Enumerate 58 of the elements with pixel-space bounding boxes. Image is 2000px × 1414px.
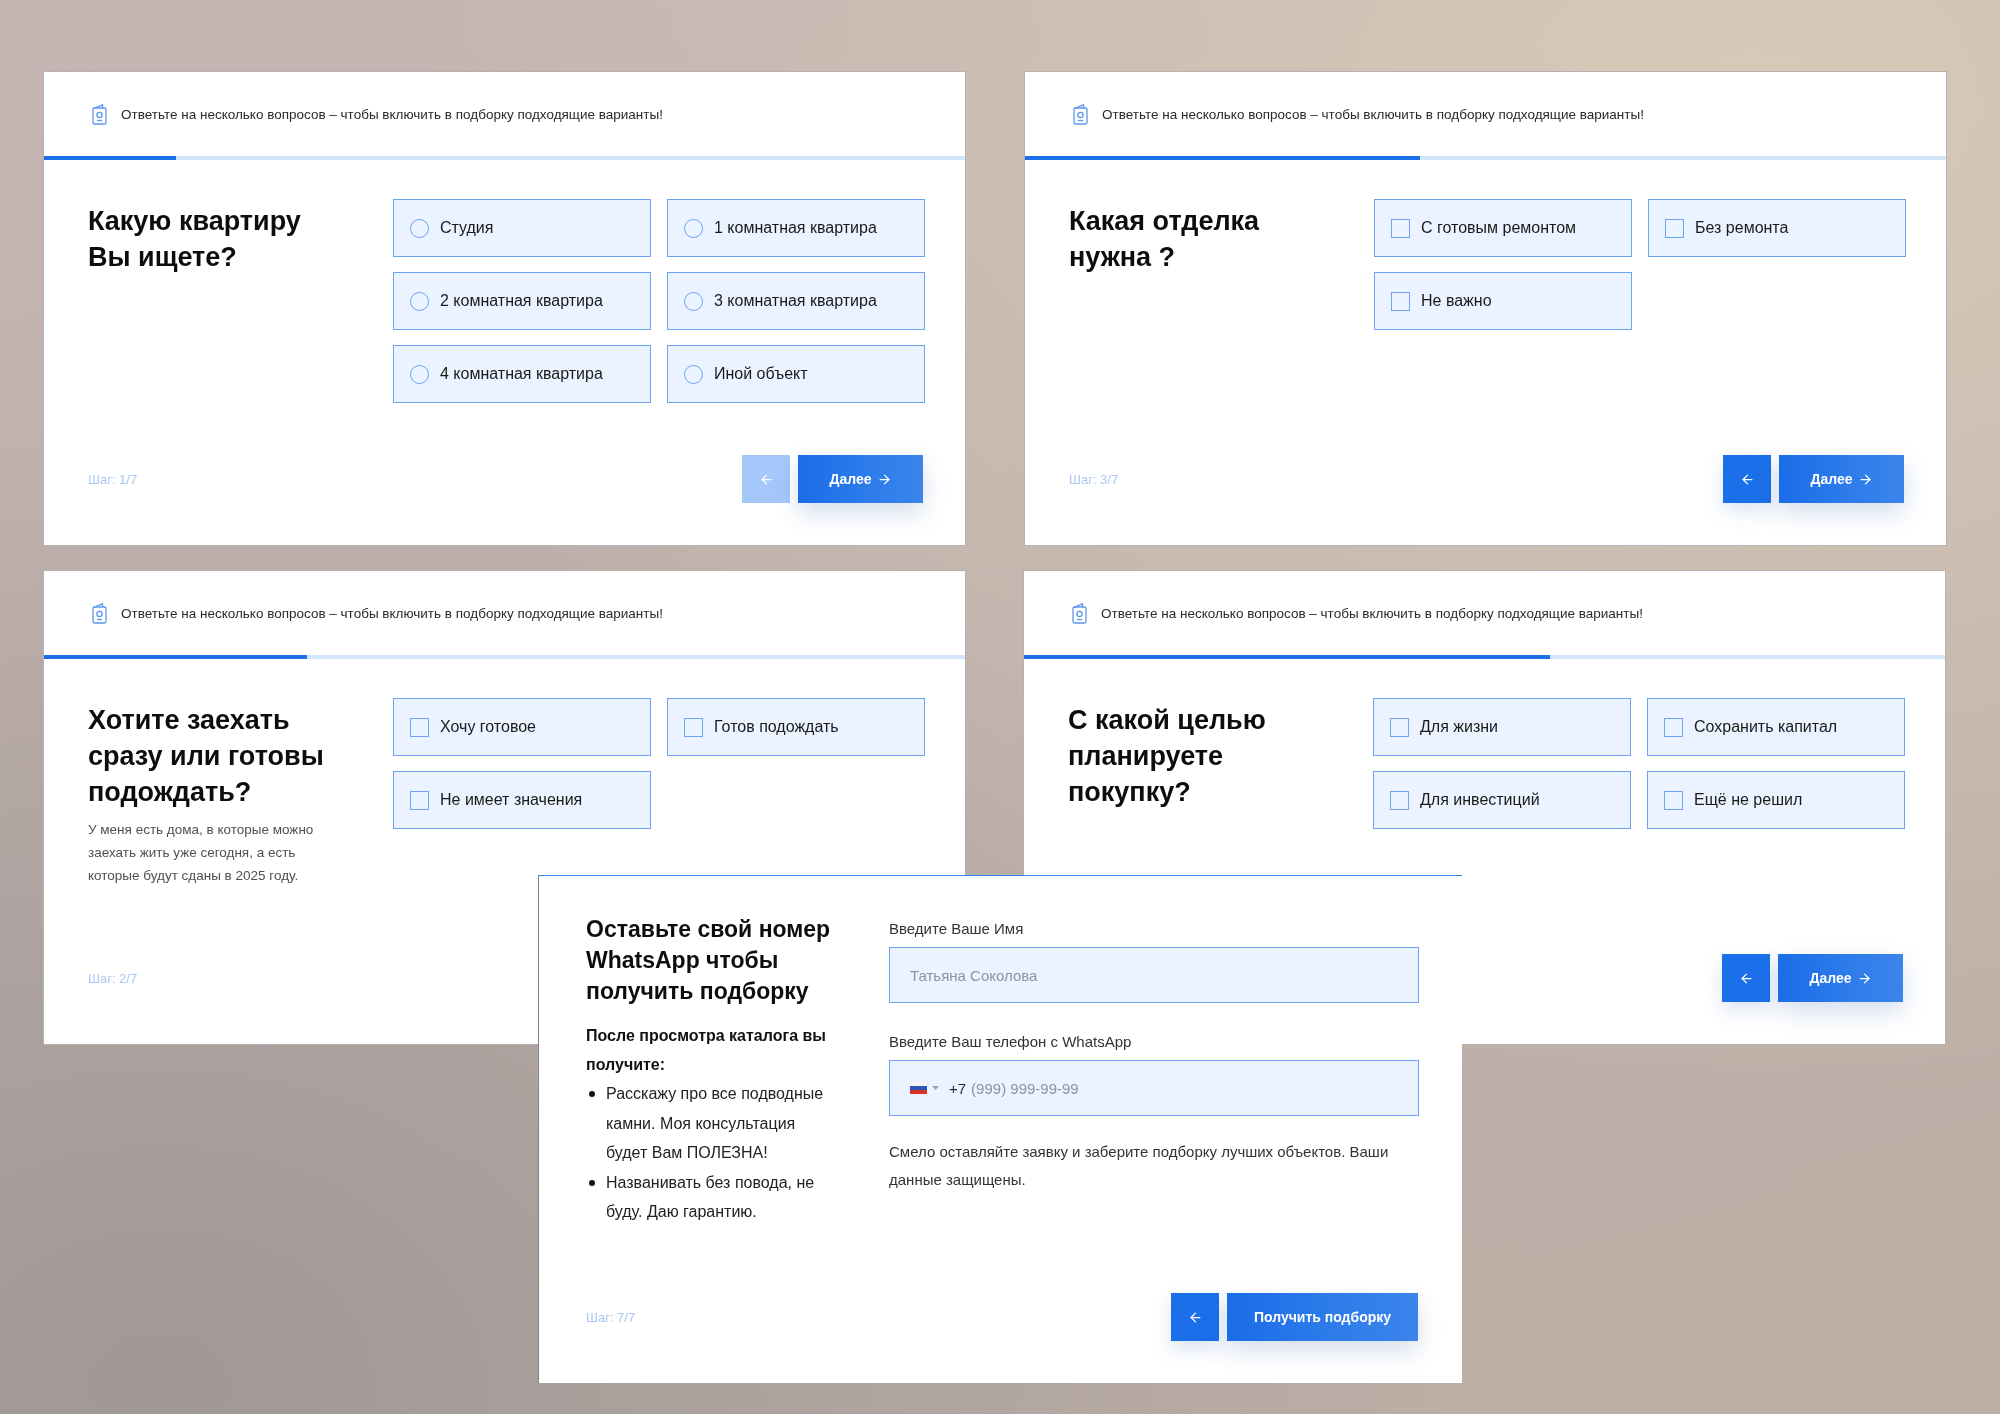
header-text: Ответьте на несколько вопросов – чтобы включить в подборку подходящие варианты! — [1102, 106, 1644, 122]
step-counter: Шаг: 1/7 — [88, 471, 138, 487]
benefit-text: Названивать без повода, не буду. Даю гарантию. — [606, 1172, 816, 1223]
step-counter: Шаг: 3/7 — [1069, 471, 1119, 487]
answer-option[interactable]: 1 комнатная квартира — [667, 199, 925, 257]
benefits-heading: После просмотра каталога вы получите: — [586, 1026, 827, 1075]
question-title: Хотите заехать сразу или готовы подождать? — [88, 704, 325, 809]
next-button[interactable]: Далее — [1779, 455, 1904, 503]
bullet-icon — [589, 1091, 595, 1097]
arrow-right-icon — [876, 471, 892, 487]
next-button[interactable]: Далее — [1778, 954, 1903, 1002]
answer-option[interactable]: Хочу готовое — [393, 698, 651, 756]
caret-icon[interactable] — [932, 1086, 939, 1090]
answer-option[interactable]: Для инвестиций — [1373, 771, 1631, 829]
booklet-icon — [92, 103, 107, 125]
question-title: С какой целью планируете покупку? — [1068, 704, 1267, 809]
booklet-icon — [92, 602, 107, 624]
answer-option[interactable]: С готовым ремонтом — [1374, 199, 1632, 257]
benefit-text: Расскажу про все подводные камни. Моя консультация будет Вам ПОЛЕЗНА! — [606, 1084, 825, 1164]
question-description: У меня есть дома, в которые можно заехать жить уже сегодня, а есть которые будут сданы в 2025 году. — [88, 821, 315, 885]
answer-option[interactable]: Готов подождать — [667, 698, 925, 756]
phone-number-input[interactable]: (999) 999-99-99 — [971, 1076, 1398, 1100]
flag-icon — [910, 1082, 927, 1094]
submit-button[interactable]: Получить подборку — [1227, 1293, 1418, 1341]
answer-option[interactable]: Студия — [393, 199, 651, 257]
question-title: Какая отделка нужна ? — [1069, 205, 1261, 274]
answer-option[interactable]: Ещё не решил — [1647, 771, 1905, 829]
question-title: Какую квартиру Вы ищете? — [88, 205, 302, 274]
answer-option[interactable]: Не важно — [1374, 272, 1632, 330]
step-counter: Шаг: 7/7 — [586, 1309, 636, 1325]
answer-option[interactable]: Для жизни — [1373, 698, 1631, 756]
answer-option[interactable]: 2 комнатная квартира — [393, 272, 651, 330]
field-label: Введите Ваше Имя — [889, 920, 1025, 938]
header-text: Ответьте на несколько вопросов – чтобы включить в подборку подходящие варианты! — [1101, 605, 1643, 621]
answer-option[interactable]: Сохранить капитал — [1647, 698, 1905, 756]
field-label: Введите Ваш телефон с WhatsApp — [889, 1033, 1133, 1051]
phone-input-field[interactable]: +7 (999) 999-99-99 — [889, 1060, 1419, 1116]
bullet-icon — [589, 1179, 595, 1186]
next-button[interactable]: Далее — [798, 455, 923, 503]
header-text: Ответьте на несколько вопросов – чтобы включить в подборку подходящие варианты! — [121, 106, 663, 122]
step-counter: Шаг: 2/7 — [88, 970, 138, 986]
country-code-text: +7 — [949, 1079, 967, 1097]
booklet-icon — [1072, 602, 1087, 624]
booklet-icon — [1073, 103, 1088, 125]
privacy-note: Смело оставляйте заявку и заберите подборку лучших объектов. Ваши данные защищены. — [889, 1142, 1390, 1190]
back-button[interactable] — [1723, 455, 1771, 503]
answer-option[interactable]: 3 комнатная квартира — [667, 272, 925, 330]
form-title: Оставьте свой номер WhatsApp чтобы получить подборку — [586, 915, 832, 1006]
answer-option[interactable]: Без ремонта — [1648, 199, 1906, 257]
back-button[interactable] — [1722, 954, 1770, 1002]
answer-option[interactable]: 4 комнатная квартира — [393, 345, 651, 403]
answer-option[interactable]: Иной объект — [667, 345, 925, 403]
name-input-field[interactable]: Татьяна Соколова — [889, 947, 1419, 1003]
answer-option[interactable]: Не имеет значения — [393, 771, 651, 829]
arrow-right-icon — [1857, 471, 1873, 487]
header-text: Ответьте на несколько вопросов – чтобы включить в подборку подходящие варианты! — [121, 605, 663, 621]
back-button[interactable] — [1171, 1293, 1219, 1341]
arrow-right-icon — [1856, 970, 1872, 986]
